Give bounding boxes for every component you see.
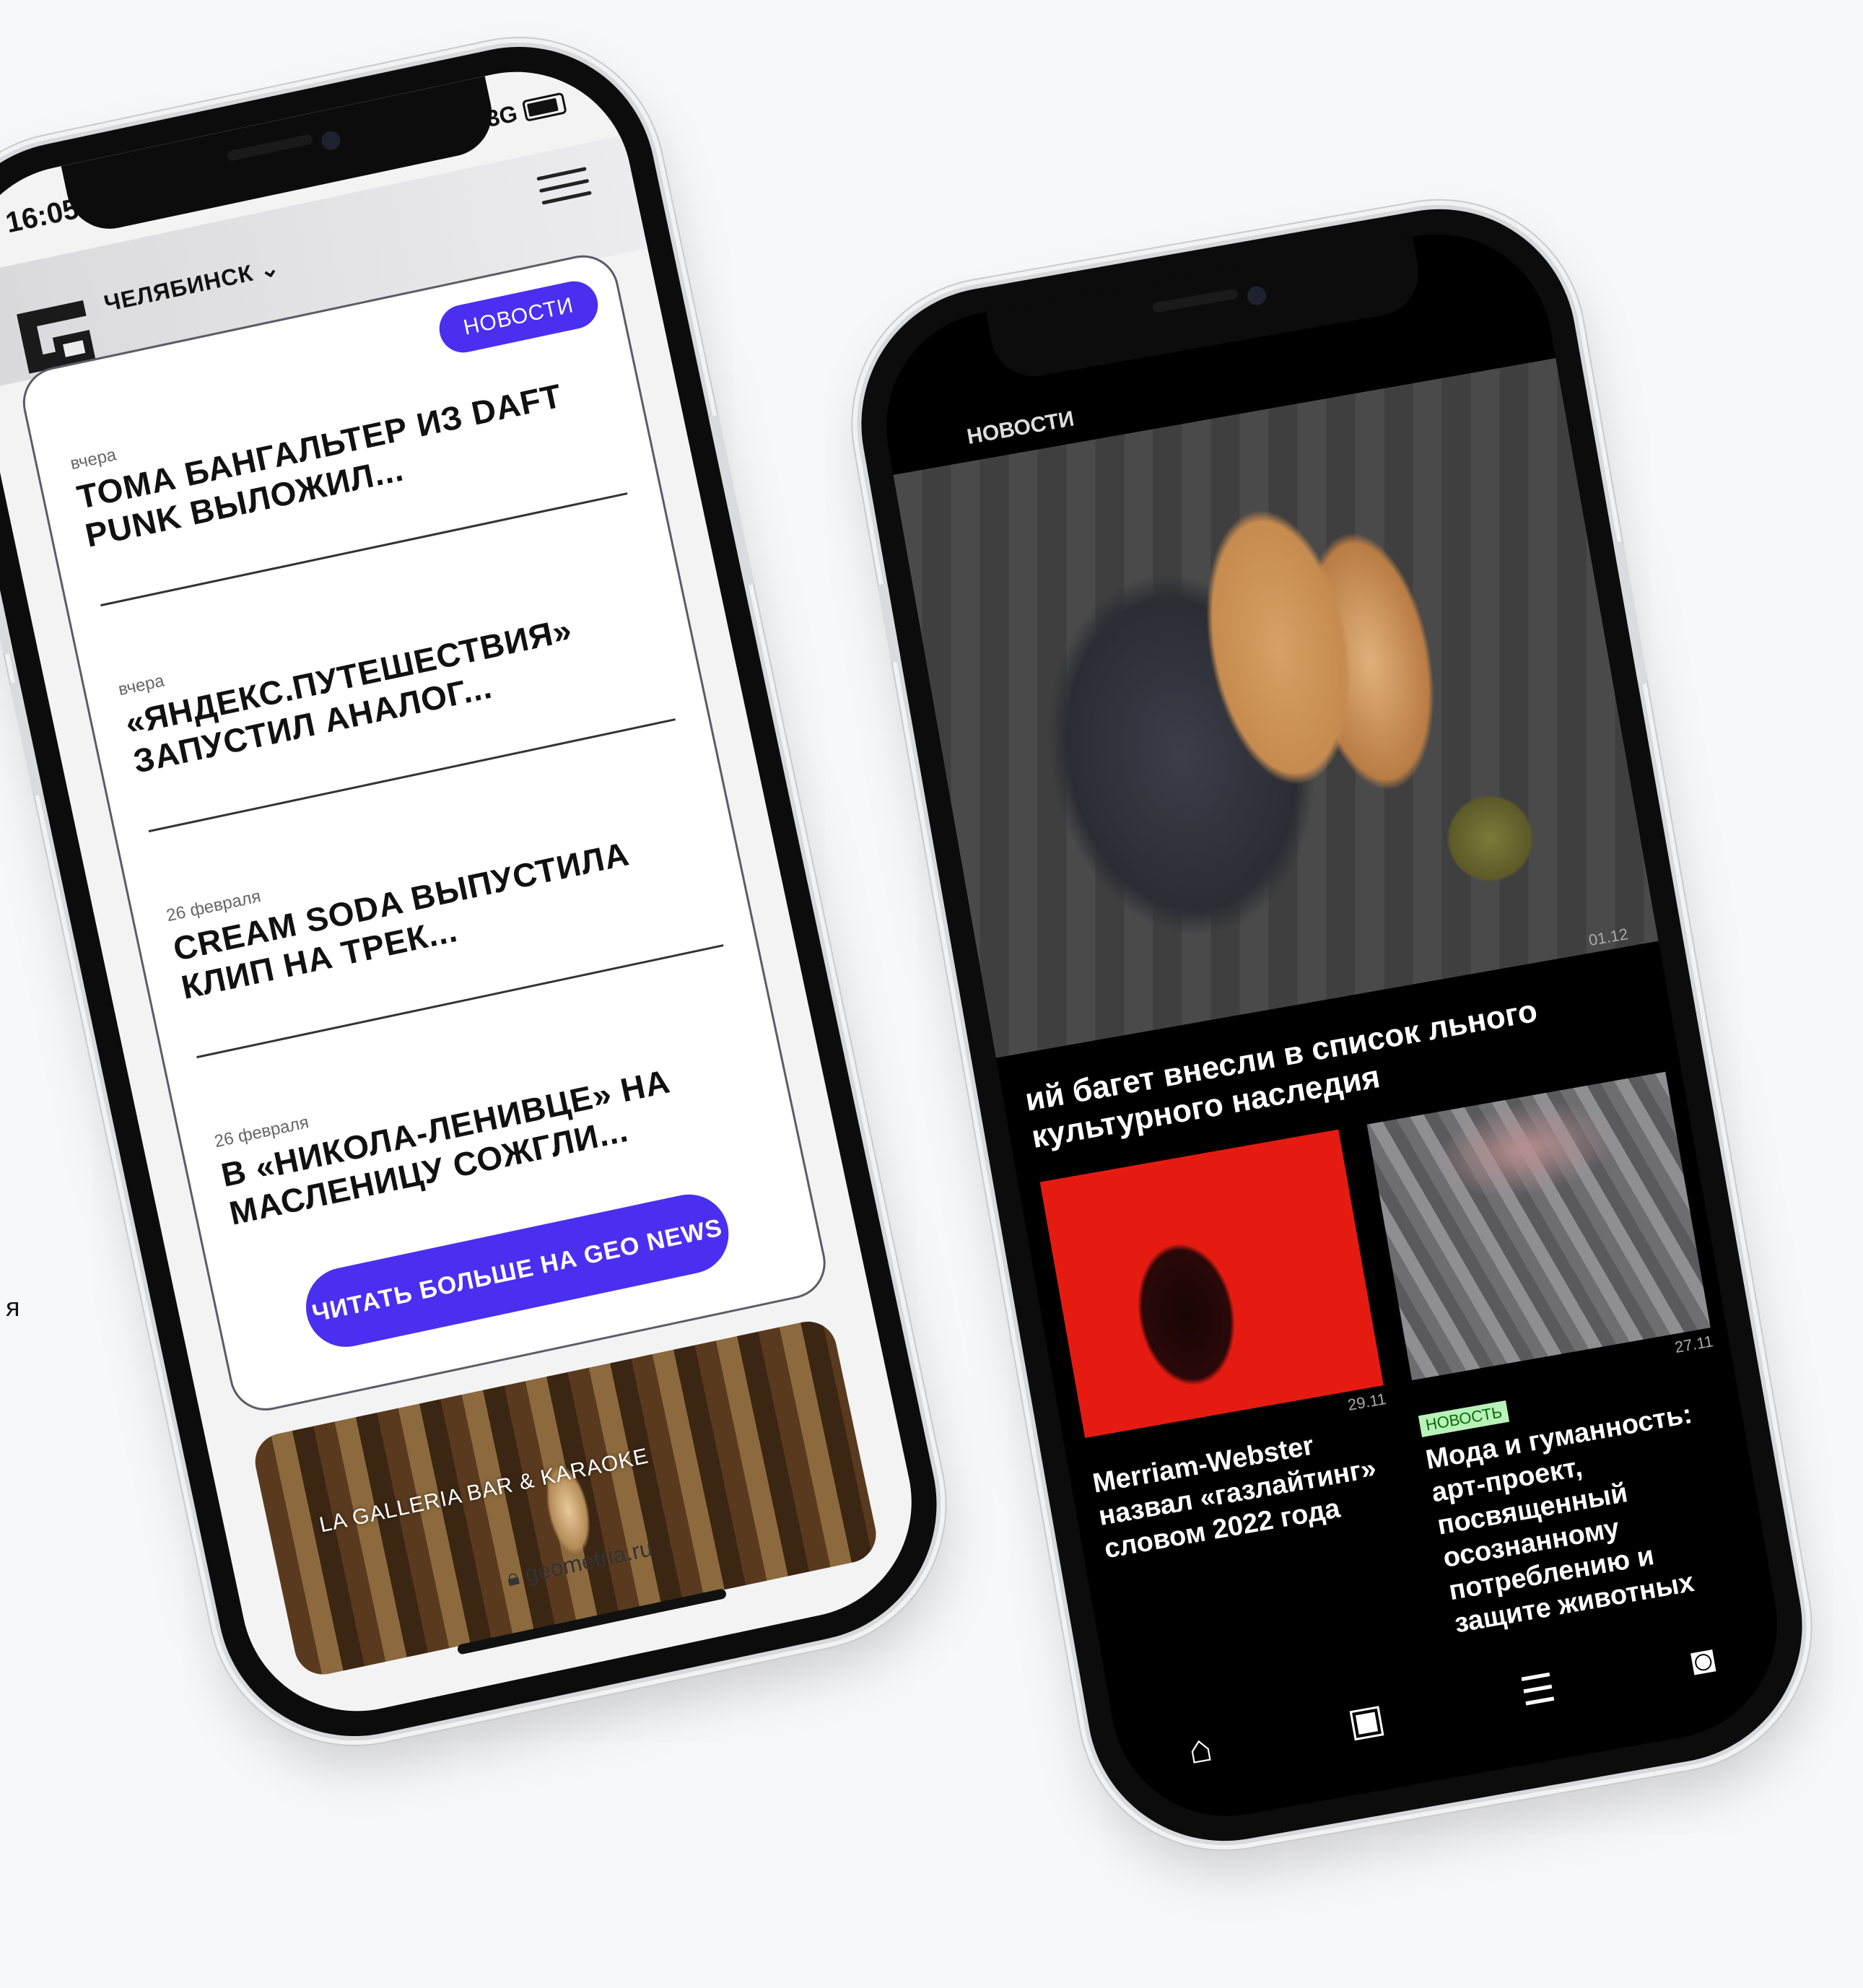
stray-letter: я — [6, 1292, 20, 1322]
phone-speaker — [226, 134, 313, 162]
news-icon[interactable]: ☰ — [1517, 1664, 1559, 1714]
card-image — [1366, 1071, 1711, 1381]
promo-title: LA GALLERIA BAR & KARAOKE — [317, 1444, 651, 1538]
section-label: НОВОСТИ — [965, 406, 1076, 450]
phone-camera — [1245, 284, 1268, 307]
home-icon[interactable]: ⌂ — [1184, 1725, 1216, 1774]
bottom-nav: ⌂ ▣ ☰ ◙ — [1115, 1618, 1788, 1792]
card-image — [1039, 1129, 1384, 1439]
read-more-button[interactable]: ЧИТАТЬ БОЛЬШЕ НА GEO NEWS — [298, 1187, 736, 1355]
profile-icon[interactable]: ◙ — [1688, 1636, 1719, 1685]
back-phone-screen: НОВОСТИ 01.12 ий багет внесли в список л… — [868, 216, 1796, 1834]
news-title: CREAM SODA ВЫПУСТИЛА КЛИП НА ТРЕК... — [170, 834, 633, 1006]
hero-image-baguette[interactable] — [893, 358, 1659, 1058]
news-title: ТОМА БАНГАЛЬТЕР ИЗ DAFT PUNK ВЫЛОЖИЛ... — [74, 376, 566, 554]
back-phone-mockup: НОВОСТИ 01.12 ий багет внесли в список л… — [839, 187, 1824, 1863]
chevron-down-icon: ⌄ — [257, 253, 282, 284]
image-icon[interactable]: ▣ — [1344, 1694, 1388, 1745]
news-item[interactable]: вчера «ЯНДЕКС.ПУТЕШЕСТВИЯ» ЗАПУСТИЛ АНАЛ… — [117, 569, 676, 833]
news-title: «ЯНДЕКС.ПУТЕШЕСТВИЯ» ЗАПУСТИЛ АНАЛОГ... — [121, 610, 576, 780]
news-item[interactable]: 26 февраля CREAM SODA ВЫПУСТИЛА КЛИП НА … — [165, 795, 724, 1059]
news-item[interactable]: вчера ТОМА БАНГАЛЬТЕР ИЗ DAFT PUNK ВЫЛОЖ… — [69, 343, 628, 607]
news-card[interactable]: 29.11 Merriam-Webster назвал «газлайтинг… — [1039, 1129, 1406, 1566]
city-selector[interactable]: ЧЕЛЯБИНСК ⌄ — [102, 253, 282, 318]
lock-icon: 🔒︎ — [504, 1563, 522, 1592]
card-title: Мода и гуманность: арт-проект, посвященн… — [1423, 1398, 1697, 1639]
city-name: ЧЕЛЯБИНСК — [101, 259, 256, 317]
phone-speaker — [1151, 288, 1239, 313]
battery-icon — [521, 92, 567, 122]
news-pill[interactable]: НОВОСТИ — [435, 276, 603, 357]
hamburger-menu-icon[interactable] — [535, 158, 594, 213]
front-phone-mockup: 16:05 ▂▄▆ 3G ЧЕЛЯБИНСК ⌄ НОВОСТИ вчера Т… — [0, 21, 962, 1762]
phone-camera — [320, 129, 342, 152]
